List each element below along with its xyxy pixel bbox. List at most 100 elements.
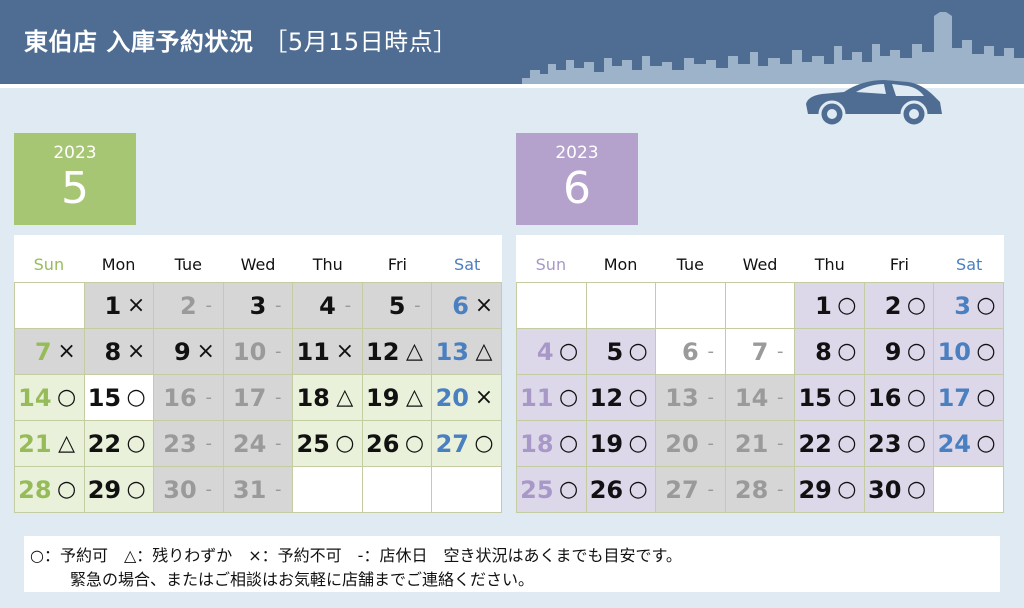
day-cell-12[interactable]: 12 △ bbox=[362, 329, 433, 375]
availability-mark: - bbox=[707, 478, 714, 500]
day-cell-13[interactable]: 13- bbox=[656, 375, 726, 421]
day-cell-9[interactable]: 9 ○ bbox=[864, 329, 935, 375]
day-cell-21[interactable]: 21- bbox=[725, 421, 796, 467]
day-cell-6[interactable]: 6 × bbox=[432, 283, 502, 329]
availability-mark: × bbox=[126, 338, 146, 364]
day-cell-11[interactable]: 11 ○ bbox=[517, 375, 587, 421]
day-cell-5[interactable]: 5 ○ bbox=[586, 329, 657, 375]
day-number: 23 bbox=[868, 429, 902, 458]
day-cell-30[interactable]: 30- bbox=[154, 467, 224, 513]
day-number: 12 bbox=[366, 337, 400, 366]
weekday-sun: Sun bbox=[535, 255, 567, 274]
day-cell-31[interactable]: 31- bbox=[223, 467, 294, 513]
day-cell-29[interactable]: 29 ○ bbox=[84, 467, 155, 513]
day-cell-20[interactable]: 20- bbox=[656, 421, 726, 467]
day-number: 11 bbox=[520, 383, 554, 412]
car-icon bbox=[806, 80, 942, 128]
availability-mark: ○ bbox=[474, 430, 494, 456]
day-cell-1[interactable]: 1 × bbox=[84, 283, 155, 329]
day-cell-15[interactable]: 15 ○ bbox=[84, 375, 155, 421]
day-cell-4[interactable]: 4 ○ bbox=[517, 329, 587, 375]
day-cell-11[interactable]: 11 × bbox=[293, 329, 363, 375]
day-cell-19[interactable]: 19 ○ bbox=[586, 421, 657, 467]
day-cell-24[interactable]: 24 ○ bbox=[934, 421, 1004, 467]
day-cell-22[interactable]: 22 ○ bbox=[795, 421, 865, 467]
availability-mark: × bbox=[126, 292, 146, 318]
day-cell-18[interactable]: 18 △ bbox=[293, 375, 363, 421]
day-cell-2[interactable]: 2 ○ bbox=[864, 283, 935, 329]
day-cell-14[interactable]: 14 ○ bbox=[15, 375, 85, 421]
day-cell-17[interactable]: 17- bbox=[223, 375, 294, 421]
day-number: 29 bbox=[87, 475, 122, 504]
availability-mark: - bbox=[777, 432, 784, 454]
day-cell-7[interactable]: 7 × bbox=[15, 329, 85, 375]
day-cell-21[interactable]: 21 △ bbox=[15, 421, 85, 467]
day-cell-25[interactable]: 25 ○ bbox=[517, 467, 587, 513]
availability-mark: ○ bbox=[126, 384, 146, 410]
day-cell-19[interactable]: 19 △ bbox=[362, 375, 433, 421]
day-grid: 1 × 2-3-4-5-6 × 7 × 8 × 9 × 10-11 × 12 △ 13 △ 14 ○ 15 ○ 16-1… bbox=[14, 282, 502, 513]
availability-mark: △ bbox=[336, 384, 354, 410]
day-cell-4[interactable]: 4- bbox=[293, 283, 363, 329]
day-number: 24 bbox=[937, 429, 971, 458]
day-number: 2 bbox=[884, 291, 902, 320]
day-cell-14[interactable]: 14- bbox=[725, 375, 796, 421]
day-cell-3[interactable]: 3 ○ bbox=[934, 283, 1004, 329]
day-cell-23[interactable]: 23- bbox=[154, 421, 224, 467]
day-cell-8[interactable]: 8 ○ bbox=[795, 329, 865, 375]
day-cell-10[interactable]: 10 ○ bbox=[934, 329, 1004, 375]
availability-mark: × bbox=[196, 338, 215, 364]
empty-cell bbox=[517, 283, 587, 329]
day-cell-27[interactable]: 27- bbox=[656, 467, 726, 513]
availability-mark: ○ bbox=[837, 384, 857, 410]
day-cell-20[interactable]: 20 × bbox=[432, 375, 502, 421]
day-cell-30[interactable]: 30 ○ bbox=[864, 467, 935, 513]
day-cell-24[interactable]: 24- bbox=[223, 421, 294, 467]
day-cell-16[interactable]: 16- bbox=[154, 375, 224, 421]
availability-mark: - bbox=[205, 386, 212, 408]
day-cell-25[interactable]: 25 ○ bbox=[293, 421, 363, 467]
day-number: 9 bbox=[884, 337, 902, 366]
day-cell-28[interactable]: 28 ○ bbox=[15, 467, 85, 513]
day-cell-5[interactable]: 5- bbox=[362, 283, 433, 329]
availability-mark: - bbox=[275, 478, 282, 500]
day-cell-2[interactable]: 2- bbox=[154, 283, 224, 329]
day-cell-10[interactable]: 10- bbox=[223, 329, 294, 375]
day-cell-29[interactable]: 29 ○ bbox=[795, 467, 865, 513]
day-cell-28[interactable]: 28- bbox=[725, 467, 796, 513]
availability-mark: ○ bbox=[976, 292, 996, 318]
day-cell-16[interactable]: 16 ○ bbox=[864, 375, 935, 421]
day-cell-23[interactable]: 23 ○ bbox=[864, 421, 935, 467]
day-cell-15[interactable]: 15 ○ bbox=[795, 375, 865, 421]
day-cell-22[interactable]: 22 ○ bbox=[84, 421, 155, 467]
day-cell-7[interactable]: 7- bbox=[725, 329, 796, 375]
day-cell-8[interactable]: 8 × bbox=[84, 329, 155, 375]
day-cell-17[interactable]: 17 ○ bbox=[934, 375, 1004, 421]
day-number: 2 bbox=[180, 291, 197, 320]
day-number: 9 bbox=[174, 337, 191, 366]
availability-mark: △ bbox=[405, 338, 423, 364]
day-cell-27[interactable]: 27 ○ bbox=[432, 421, 502, 467]
day-cell-9[interactable]: 9 × bbox=[154, 329, 224, 375]
day-number: 3 bbox=[249, 291, 267, 320]
day-number: 28 bbox=[18, 475, 52, 504]
day-cell-12[interactable]: 12 ○ bbox=[586, 375, 657, 421]
empty-cell bbox=[934, 467, 1004, 513]
legend-line-2: 緊急の場合、またはご相談はお気軽に店舗までご連絡ください。 bbox=[70, 570, 535, 589]
day-cell-6[interactable]: 6- bbox=[656, 329, 726, 375]
day-cell-13[interactable]: 13 △ bbox=[432, 329, 502, 375]
day-cell-18[interactable]: 18 ○ bbox=[517, 421, 587, 467]
legend-line-1: ○：予約可 △：残りわずか ×：予約不可 -：店休日 空き状況はあくまでも目安で… bbox=[30, 546, 682, 565]
day-number: 27 bbox=[665, 475, 699, 504]
day-cell-1[interactable]: 1 ○ bbox=[795, 283, 865, 329]
day-number: 23 bbox=[163, 429, 197, 458]
availability-mark: ○ bbox=[906, 292, 927, 318]
availability-mark: ○ bbox=[906, 430, 927, 456]
day-number: 18 bbox=[520, 429, 554, 458]
day-cell-26[interactable]: 26 ○ bbox=[362, 421, 433, 467]
calendar-june: Sun Mon Tue Wed Thu Fri Sat 1 ○ 2 ○ 3 ○ 4 ○ 5 ○ 6-7-8 ○ 9 ○… bbox=[516, 235, 1004, 513]
day-cell-26[interactable]: 26 ○ bbox=[586, 467, 657, 513]
availability-mark: ○ bbox=[404, 430, 425, 456]
day-cell-3[interactable]: 3- bbox=[223, 283, 294, 329]
weekday-fri: Fri bbox=[889, 255, 909, 274]
